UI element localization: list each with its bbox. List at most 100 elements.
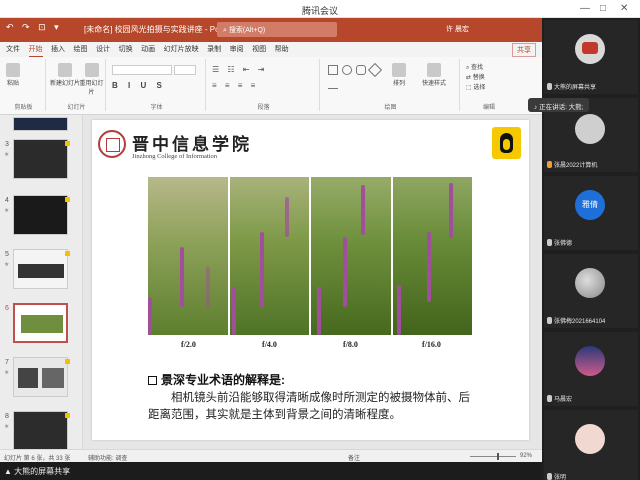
align-buttons[interactable]: ≡ ≡ ≡ ≡ xyxy=(212,81,258,90)
diamond-shape-icon[interactable] xyxy=(367,62,383,78)
mic-icon xyxy=(547,317,552,324)
thumbnail-number: 5 xyxy=(5,251,9,258)
flower-spike xyxy=(396,285,401,335)
thumbnail-4[interactable]: 4 ★ xyxy=(0,195,80,241)
list-buttons[interactable]: ☰ ☷ ⇤ ⇥ xyxy=(212,65,267,74)
flower-spike xyxy=(180,247,184,307)
search-box[interactable]: ⌕ 搜索(Alt+Q) xyxy=(217,22,337,37)
search-placeholder: 搜索(Alt+Q) xyxy=(228,27,266,34)
star-icon: ★ xyxy=(4,152,10,158)
participant-tile[interactable]: 张明 xyxy=(544,410,638,480)
notes-button[interactable]: 备注 xyxy=(348,453,360,462)
close-icon[interactable]: ✕ xyxy=(620,3,628,14)
line-shape-icon[interactable] xyxy=(328,79,338,89)
maximize-icon[interactable]: □ xyxy=(600,3,606,14)
quick-style-button[interactable]: 快速样式 xyxy=(422,63,446,87)
talking-indicator: ♪ 正在讲话: 大熊; xyxy=(528,98,590,112)
thumbnail-6-selected[interactable]: 6 xyxy=(0,303,80,349)
tab-review[interactable]: 审阅 xyxy=(230,42,244,56)
avatar xyxy=(575,114,605,144)
minimize-icon[interactable]: — xyxy=(580,3,590,14)
participant-tile[interactable]: 大熊的屏幕共享 xyxy=(544,20,638,94)
mic-icon xyxy=(547,161,552,168)
zoom-slider[interactable] xyxy=(470,453,516,460)
replace-icon: ⇄ xyxy=(466,75,473,81)
thumbnail-7[interactable]: 7 ★ xyxy=(0,357,80,403)
rounded-shape-icon[interactable] xyxy=(356,65,366,75)
quick-access-toolbar[interactable]: ↶ ↷ ⊡ ▾ xyxy=(6,22,62,33)
reuse-slides-button[interactable]: 重用幻灯片 xyxy=(78,63,105,96)
ppt-title-bar: ↶ ↷ ⊡ ▾ [未命名] 校园风光拍摄与实践讲座 - PowerPoint ⌕… xyxy=(0,18,542,42)
tab-design[interactable]: 设计 xyxy=(96,42,110,56)
penguin-logo-icon xyxy=(492,127,521,159)
tab-home[interactable]: 开始 xyxy=(28,42,43,58)
tab-view[interactable]: 视图 xyxy=(252,42,266,56)
tab-file[interactable]: 文件 xyxy=(6,42,20,56)
flower-spike xyxy=(231,287,236,335)
avatar xyxy=(575,268,605,298)
thumbnail-number: 7 xyxy=(5,359,9,366)
font-family-select[interactable] xyxy=(112,65,172,75)
mic-icon xyxy=(547,395,552,402)
participant-tile[interactable]: 马晨宏 xyxy=(544,332,638,406)
participant-tile[interactable]: 张佛梅2021664104 xyxy=(544,254,638,328)
participant-tile[interactable]: 雅倩 张佛德 xyxy=(544,176,638,250)
avatar xyxy=(575,424,605,454)
replace-button[interactable]: ⇄ 替换 xyxy=(466,73,485,83)
participant-name: 大熊的屏幕共享 xyxy=(547,82,596,91)
thumbnail-image xyxy=(13,411,68,451)
mic-icon xyxy=(547,473,552,480)
comment-marker-icon xyxy=(65,141,70,146)
participant-name: 张佛德 xyxy=(547,238,572,247)
slide-heading-text: 景深专业术语的解释是: xyxy=(161,373,285,387)
paste-button[interactable]: 粘贴 xyxy=(6,63,20,87)
font-size-select[interactable] xyxy=(174,65,196,75)
new-slide-button[interactable]: 新建幻灯片 xyxy=(50,63,80,87)
group-editing: ⌕ 查找 ⇄ 替换 ⬚ 选择 编辑 xyxy=(462,59,516,111)
oval-shape-icon[interactable] xyxy=(342,65,352,75)
participant-name: 张明 xyxy=(547,472,566,480)
group-clipboard: 粘贴 剪贴板 xyxy=(2,59,46,111)
screen-share-text: 大熊的屏幕共享 xyxy=(14,467,71,476)
checkbox-square-icon xyxy=(148,376,157,385)
accessibility-status[interactable]: 辅助功能: 调查 xyxy=(88,453,127,462)
select-button[interactable]: ⬚ 选择 xyxy=(466,83,485,93)
flower-spike xyxy=(343,237,347,307)
thumbnail-image xyxy=(13,139,68,179)
rectangle-shape-icon[interactable] xyxy=(328,65,338,75)
participants-panel: 大熊的屏幕共享 张晨2022计算机 雅倩 张佛德 张佛梅2021664104 马… xyxy=(542,18,640,480)
slide-canvas[interactable]: 晋中信息学院 Jinzhong College of Information f… xyxy=(92,120,529,440)
status-bar: 幻灯片 第 6 张，共 33 张 辅助功能: 调查 备注 92% xyxy=(0,449,542,462)
find-button[interactable]: ⌕ 查找 xyxy=(466,63,485,73)
participant-name-text: 张明 xyxy=(554,475,567,480)
tab-help[interactable]: 帮助 xyxy=(275,42,289,56)
editing-buttons[interactable]: ⌕ 查找 ⇄ 替换 ⬚ 选择 xyxy=(466,63,485,93)
arrange-button[interactable]: 排列 xyxy=(392,63,406,87)
format-buttons[interactable]: B I U S xyxy=(112,81,166,90)
thumbnail-3[interactable]: 3 ★ xyxy=(0,139,80,185)
paste-label: 粘贴 xyxy=(6,81,19,87)
slide-counter: 幻灯片 第 6 张，共 33 张 xyxy=(4,456,71,462)
group-font: B I U S 字体 xyxy=(108,59,206,111)
tab-insert[interactable]: 插入 xyxy=(51,42,65,56)
zoom-level[interactable]: 92% xyxy=(520,453,532,459)
avatar: 雅倩 xyxy=(575,190,605,220)
ribbon-tabs: 文件 开始 插入 绘图 设计 切换 动画 幻灯片放映 录制 审阅 视图 帮助 共… xyxy=(0,42,542,58)
star-icon: ★ xyxy=(4,208,10,214)
quick-style-label: 快速样式 xyxy=(422,81,447,87)
thumbnail-5[interactable]: 5 ★ xyxy=(0,249,80,295)
school-logo-icon xyxy=(98,130,126,158)
aperture-photo-row xyxy=(148,177,472,335)
tab-record[interactable]: 录制 xyxy=(207,42,221,56)
tab-slideshow[interactable]: 幻灯片放映 xyxy=(164,42,199,56)
tab-transitions[interactable]: 切换 xyxy=(119,42,133,56)
photo-f16 xyxy=(392,177,472,335)
participant-name-text: 张佛梅2021664104 xyxy=(554,319,606,325)
tab-animations[interactable]: 动画 xyxy=(141,42,155,56)
user-name[interactable]: 许 晨宏 xyxy=(446,24,469,34)
share-button[interactable]: 共享 xyxy=(512,43,536,57)
tab-draw[interactable]: 绘图 xyxy=(74,42,88,56)
thumbnail-image xyxy=(13,303,68,343)
participant-name: 张晨2022计算机 xyxy=(547,160,597,169)
comment-marker-icon xyxy=(65,413,70,418)
